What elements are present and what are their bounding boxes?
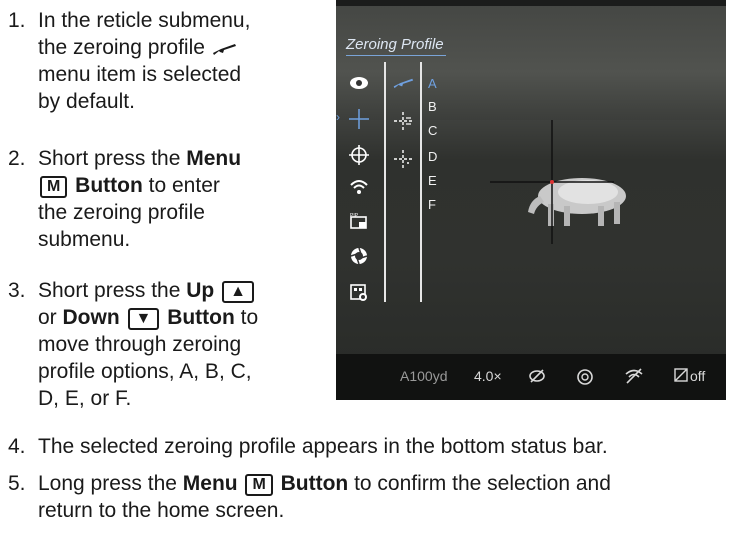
step-text: to: [234, 306, 259, 329]
down-key-icon: ▼: [127, 308, 160, 330]
menu-label: Menu: [186, 147, 242, 170]
step-text: submenu.: [38, 228, 131, 251]
center-crosshair: [490, 120, 614, 244]
status-bar: A100yd 4.0× off: [336, 354, 726, 400]
menu-key-icon: M: [40, 176, 68, 198]
profile-option-a[interactable]: A: [428, 76, 437, 91]
step-number: 2.: [8, 147, 26, 170]
profile-option-b[interactable]: B: [428, 99, 437, 114]
step-text: profile options, A, B, C,: [38, 360, 252, 383]
step-text: Short press the: [38, 147, 187, 170]
step-number: 4.: [8, 435, 26, 458]
rifle-icon-selected[interactable]: [392, 76, 414, 95]
status-profile: A100yd: [400, 368, 448, 384]
down-label: Down: [62, 306, 120, 329]
step-number: 5.: [8, 472, 26, 495]
button-label: Button: [69, 174, 143, 197]
pip-icon[interactable]: PIP: [348, 212, 370, 235]
step-text: The selected zeroing profile appears in …: [38, 435, 608, 458]
step-text: In the reticle submenu,: [38, 9, 251, 32]
selection-arrow-icon: ›: [336, 110, 340, 124]
svg-text:PIP: PIP: [350, 213, 359, 219]
step-number: 3.: [8, 279, 26, 302]
menu-separator-line: [420, 62, 422, 302]
status-rec-label: off: [690, 368, 706, 384]
step-text: the zeroing profile: [38, 201, 205, 224]
step-text: D, E, or F.: [38, 387, 132, 410]
step-text: by default.: [38, 90, 135, 113]
profile-option-c[interactable]: C: [428, 123, 437, 138]
step-text: menu item is selected: [38, 63, 242, 86]
device-screen: Zeroing Profile › PIP A B C D E F A100yd…: [336, 0, 726, 400]
wifi-icon[interactable]: [348, 178, 370, 201]
aperture-status-icon: [576, 368, 594, 389]
menu-title: Zeroing Profile: [346, 36, 444, 53]
step-text: to enter: [142, 174, 220, 197]
reticle-option-icon[interactable]: [392, 148, 414, 175]
sky-background: [336, 0, 726, 120]
button-label: Button: [161, 306, 235, 329]
menu-separator-line: [384, 62, 386, 302]
rec-off-icon: [674, 368, 688, 385]
reticle-icon-selected[interactable]: [348, 108, 370, 135]
up-key-icon: ▲: [222, 281, 254, 303]
step-number: 1.: [8, 9, 26, 32]
aperture-icon[interactable]: [348, 246, 370, 271]
rifle-icon: [212, 44, 236, 55]
step-text: move through zeroing: [38, 333, 242, 356]
menu-key-icon: M: [245, 474, 273, 496]
step-text: to confirm the selection and: [348, 472, 611, 495]
step-text: Short press the: [38, 279, 187, 302]
step-text: return to the home screen.: [38, 499, 285, 522]
stabilizer-off-icon: [528, 368, 546, 387]
menu-label: Menu: [182, 472, 238, 495]
step-text: the zeroing profile: [38, 36, 205, 59]
profile-option-d[interactable]: D: [428, 149, 437, 164]
button-label: Button: [274, 472, 349, 495]
reticle-option-icon[interactable]: [392, 110, 414, 137]
status-zoom: 4.0×: [474, 368, 502, 384]
step-text: Long press the: [38, 472, 183, 495]
eye-icon[interactable]: [348, 76, 370, 95]
step-text: or: [38, 306, 63, 329]
up-label: Up: [186, 279, 215, 302]
title-underline: [346, 55, 446, 56]
top-bar: [336, 0, 726, 6]
profile-option-e[interactable]: E: [428, 173, 437, 188]
profile-option-f[interactable]: F: [428, 197, 436, 212]
crosshair-target-icon[interactable]: [348, 144, 370, 171]
wifi-off-icon: [624, 368, 644, 387]
video-record-icon[interactable]: [348, 282, 370, 307]
